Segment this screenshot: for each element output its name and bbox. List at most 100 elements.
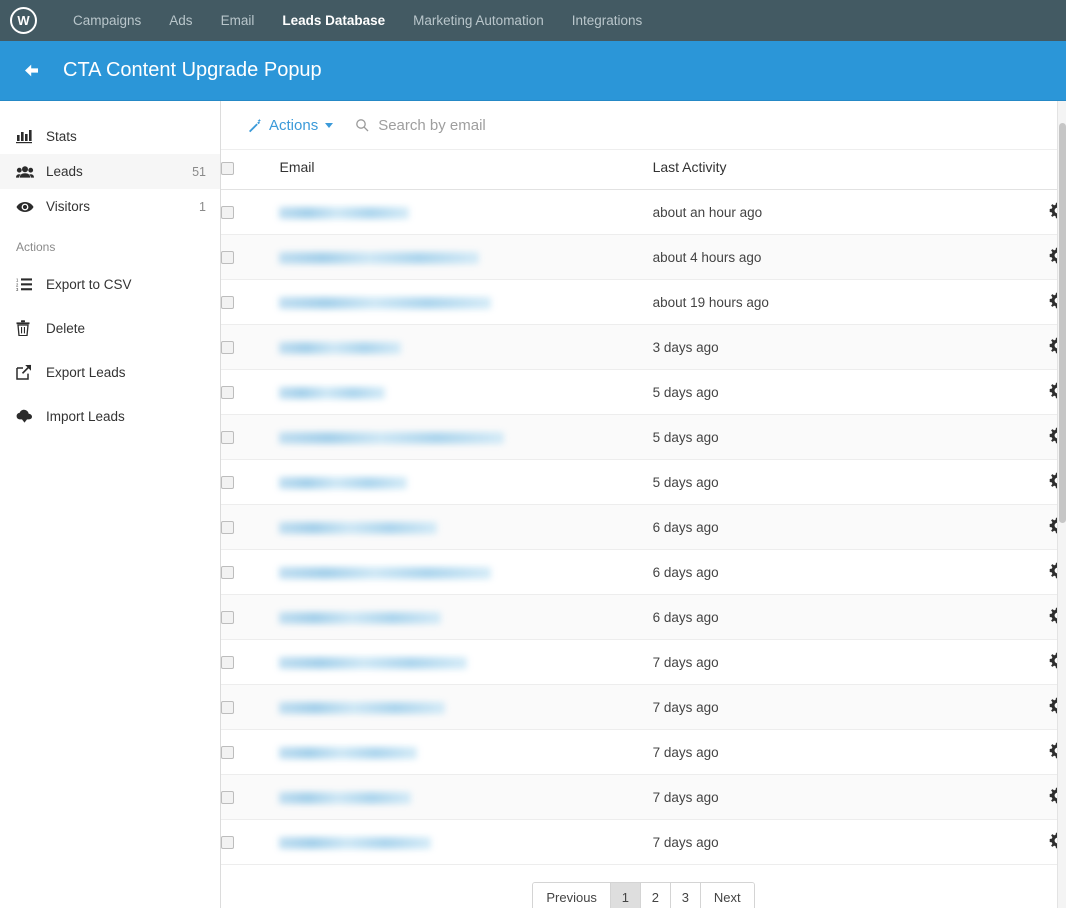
table-row: 6 days ago bbox=[221, 549, 1066, 595]
magic-wand-icon bbox=[247, 118, 262, 133]
row-settings-cell bbox=[985, 639, 1066, 685]
row-checkbox[interactable] bbox=[221, 206, 234, 220]
lead-email-redacted[interactable] bbox=[279, 341, 402, 354]
row-settings-cell bbox=[985, 234, 1066, 280]
row-checkbox[interactable] bbox=[221, 521, 234, 535]
row-checkbox[interactable] bbox=[221, 476, 234, 490]
select-all-checkbox[interactable] bbox=[221, 161, 234, 175]
lead-email-redacted[interactable] bbox=[279, 791, 412, 804]
row-checkbox[interactable] bbox=[221, 791, 234, 805]
row-settings-cell bbox=[985, 189, 1066, 235]
nav-item-integrations[interactable]: Integrations bbox=[558, 0, 657, 41]
arrow-left-icon bbox=[24, 64, 38, 77]
row-checkbox[interactable] bbox=[221, 386, 234, 400]
row-select-cell bbox=[221, 774, 280, 820]
row-settings-cell bbox=[985, 324, 1066, 370]
row-email-cell bbox=[279, 639, 653, 685]
row-settings-cell bbox=[985, 594, 1066, 640]
row-select-cell bbox=[221, 549, 280, 595]
row-last-activity: 6 days ago bbox=[652, 504, 986, 550]
table-row: 7 days ago bbox=[221, 729, 1066, 775]
pagination: Previous 1 2 3 Next bbox=[532, 882, 755, 908]
pagination-page-1[interactable]: 1 bbox=[610, 883, 641, 908]
pagination-previous[interactable]: Previous bbox=[533, 883, 611, 908]
sidebar-item-visitors[interactable]: Visitors 1 bbox=[0, 189, 220, 224]
nav-item-leads-database[interactable]: Leads Database bbox=[268, 0, 399, 41]
page-body: Stats Leads 51 Visitors 1 Actions 1 2 3 Export … bbox=[0, 101, 1066, 908]
column-header-email[interactable]: Email bbox=[279, 149, 653, 190]
row-last-activity: 5 days ago bbox=[652, 414, 986, 460]
row-last-activity: 7 days ago bbox=[652, 639, 986, 685]
table-toolbar: Actions bbox=[221, 101, 1066, 149]
row-checkbox[interactable] bbox=[221, 656, 234, 670]
row-email-cell bbox=[279, 729, 653, 775]
lead-email-redacted[interactable] bbox=[279, 521, 438, 534]
table-row: about 4 hours ago bbox=[221, 234, 1066, 280]
lead-email-redacted[interactable] bbox=[279, 431, 505, 444]
eye-icon bbox=[16, 201, 40, 213]
pagination-next[interactable]: Next bbox=[700, 883, 754, 908]
sidebar-action-export-to-csv[interactable]: 1 2 3 Export to CSV bbox=[0, 262, 220, 306]
lead-email-redacted[interactable] bbox=[279, 251, 480, 264]
row-checkbox[interactable] bbox=[221, 836, 234, 850]
row-select-cell bbox=[221, 189, 280, 235]
search-icon bbox=[355, 118, 369, 132]
row-checkbox[interactable] bbox=[221, 566, 234, 580]
row-email-cell bbox=[279, 819, 653, 865]
row-checkbox[interactable] bbox=[221, 251, 234, 265]
back-button[interactable] bbox=[14, 54, 48, 88]
row-checkbox[interactable] bbox=[221, 431, 234, 445]
nav-items: Campaigns Ads Email Leads Database Marketing… bbox=[59, 0, 656, 41]
pagination-page-3[interactable]: 3 bbox=[670, 883, 701, 908]
lead-email-redacted[interactable] bbox=[279, 746, 418, 759]
nav-item-campaigns[interactable]: Campaigns bbox=[59, 0, 155, 41]
sidebar-action-import-leads[interactable]: Import Leads bbox=[0, 394, 220, 438]
lead-email-redacted[interactable] bbox=[279, 836, 432, 849]
row-select-cell bbox=[221, 684, 280, 730]
main-content: Actions Search by email Email Last Activ… bbox=[221, 101, 1066, 908]
lead-email-redacted[interactable] bbox=[279, 386, 386, 399]
row-email-cell bbox=[279, 369, 653, 415]
table-row: 7 days ago bbox=[221, 639, 1066, 685]
app-logo[interactable]: W bbox=[10, 7, 37, 34]
row-settings-cell bbox=[985, 414, 1066, 460]
row-settings-cell bbox=[985, 459, 1066, 505]
row-email-cell bbox=[279, 549, 653, 595]
row-checkbox[interactable] bbox=[221, 701, 234, 715]
actions-dropdown-button[interactable]: Actions bbox=[247, 117, 334, 134]
search-input[interactable] bbox=[376, 115, 697, 135]
row-last-activity: about 19 hours ago bbox=[652, 279, 986, 325]
scrollbar-thumb[interactable] bbox=[1059, 123, 1066, 523]
vertical-scrollbar[interactable] bbox=[1057, 101, 1066, 908]
sidebar-action-delete[interactable]: Delete bbox=[0, 306, 220, 350]
row-checkbox[interactable] bbox=[221, 746, 234, 760]
lead-email-redacted[interactable] bbox=[279, 701, 446, 714]
sidebar-item-leads[interactable]: Leads 51 bbox=[0, 154, 220, 189]
lead-email-redacted[interactable] bbox=[279, 296, 492, 309]
row-settings-cell bbox=[985, 729, 1066, 775]
row-checkbox[interactable] bbox=[221, 296, 234, 310]
nav-item-marketing-automation[interactable]: Marketing Automation bbox=[399, 0, 558, 41]
row-select-cell bbox=[221, 234, 280, 280]
sidebar-item-label: Visitors bbox=[46, 199, 91, 214]
lead-email-redacted[interactable] bbox=[279, 611, 442, 624]
row-last-activity: about 4 hours ago bbox=[652, 234, 986, 280]
leads-table: Email Last Activity about an hour ago abo… bbox=[221, 149, 1066, 865]
leads-table-container: Email Last Activity about an hour ago abo… bbox=[221, 149, 1066, 865]
lead-email-redacted[interactable] bbox=[279, 206, 410, 219]
lead-email-redacted[interactable] bbox=[279, 656, 468, 669]
sidebar-item-stats[interactable]: Stats bbox=[0, 119, 220, 154]
sidebar-action-export-leads[interactable]: Export Leads bbox=[0, 350, 220, 394]
column-header-last-activity[interactable]: Last Activity bbox=[652, 149, 986, 190]
nav-item-ads[interactable]: Ads bbox=[155, 0, 206, 41]
sidebar-item-label: Stats bbox=[46, 129, 77, 144]
table-row: 3 days ago bbox=[221, 324, 1066, 370]
nav-item-email[interactable]: Email bbox=[207, 0, 269, 41]
lead-email-redacted[interactable] bbox=[279, 566, 492, 579]
row-settings-cell bbox=[985, 684, 1066, 730]
pagination-page-2[interactable]: 2 bbox=[640, 883, 671, 908]
lead-email-redacted[interactable] bbox=[279, 476, 408, 489]
row-checkbox[interactable] bbox=[221, 341, 234, 355]
row-checkbox[interactable] bbox=[221, 611, 234, 625]
row-settings-cell bbox=[985, 279, 1066, 325]
